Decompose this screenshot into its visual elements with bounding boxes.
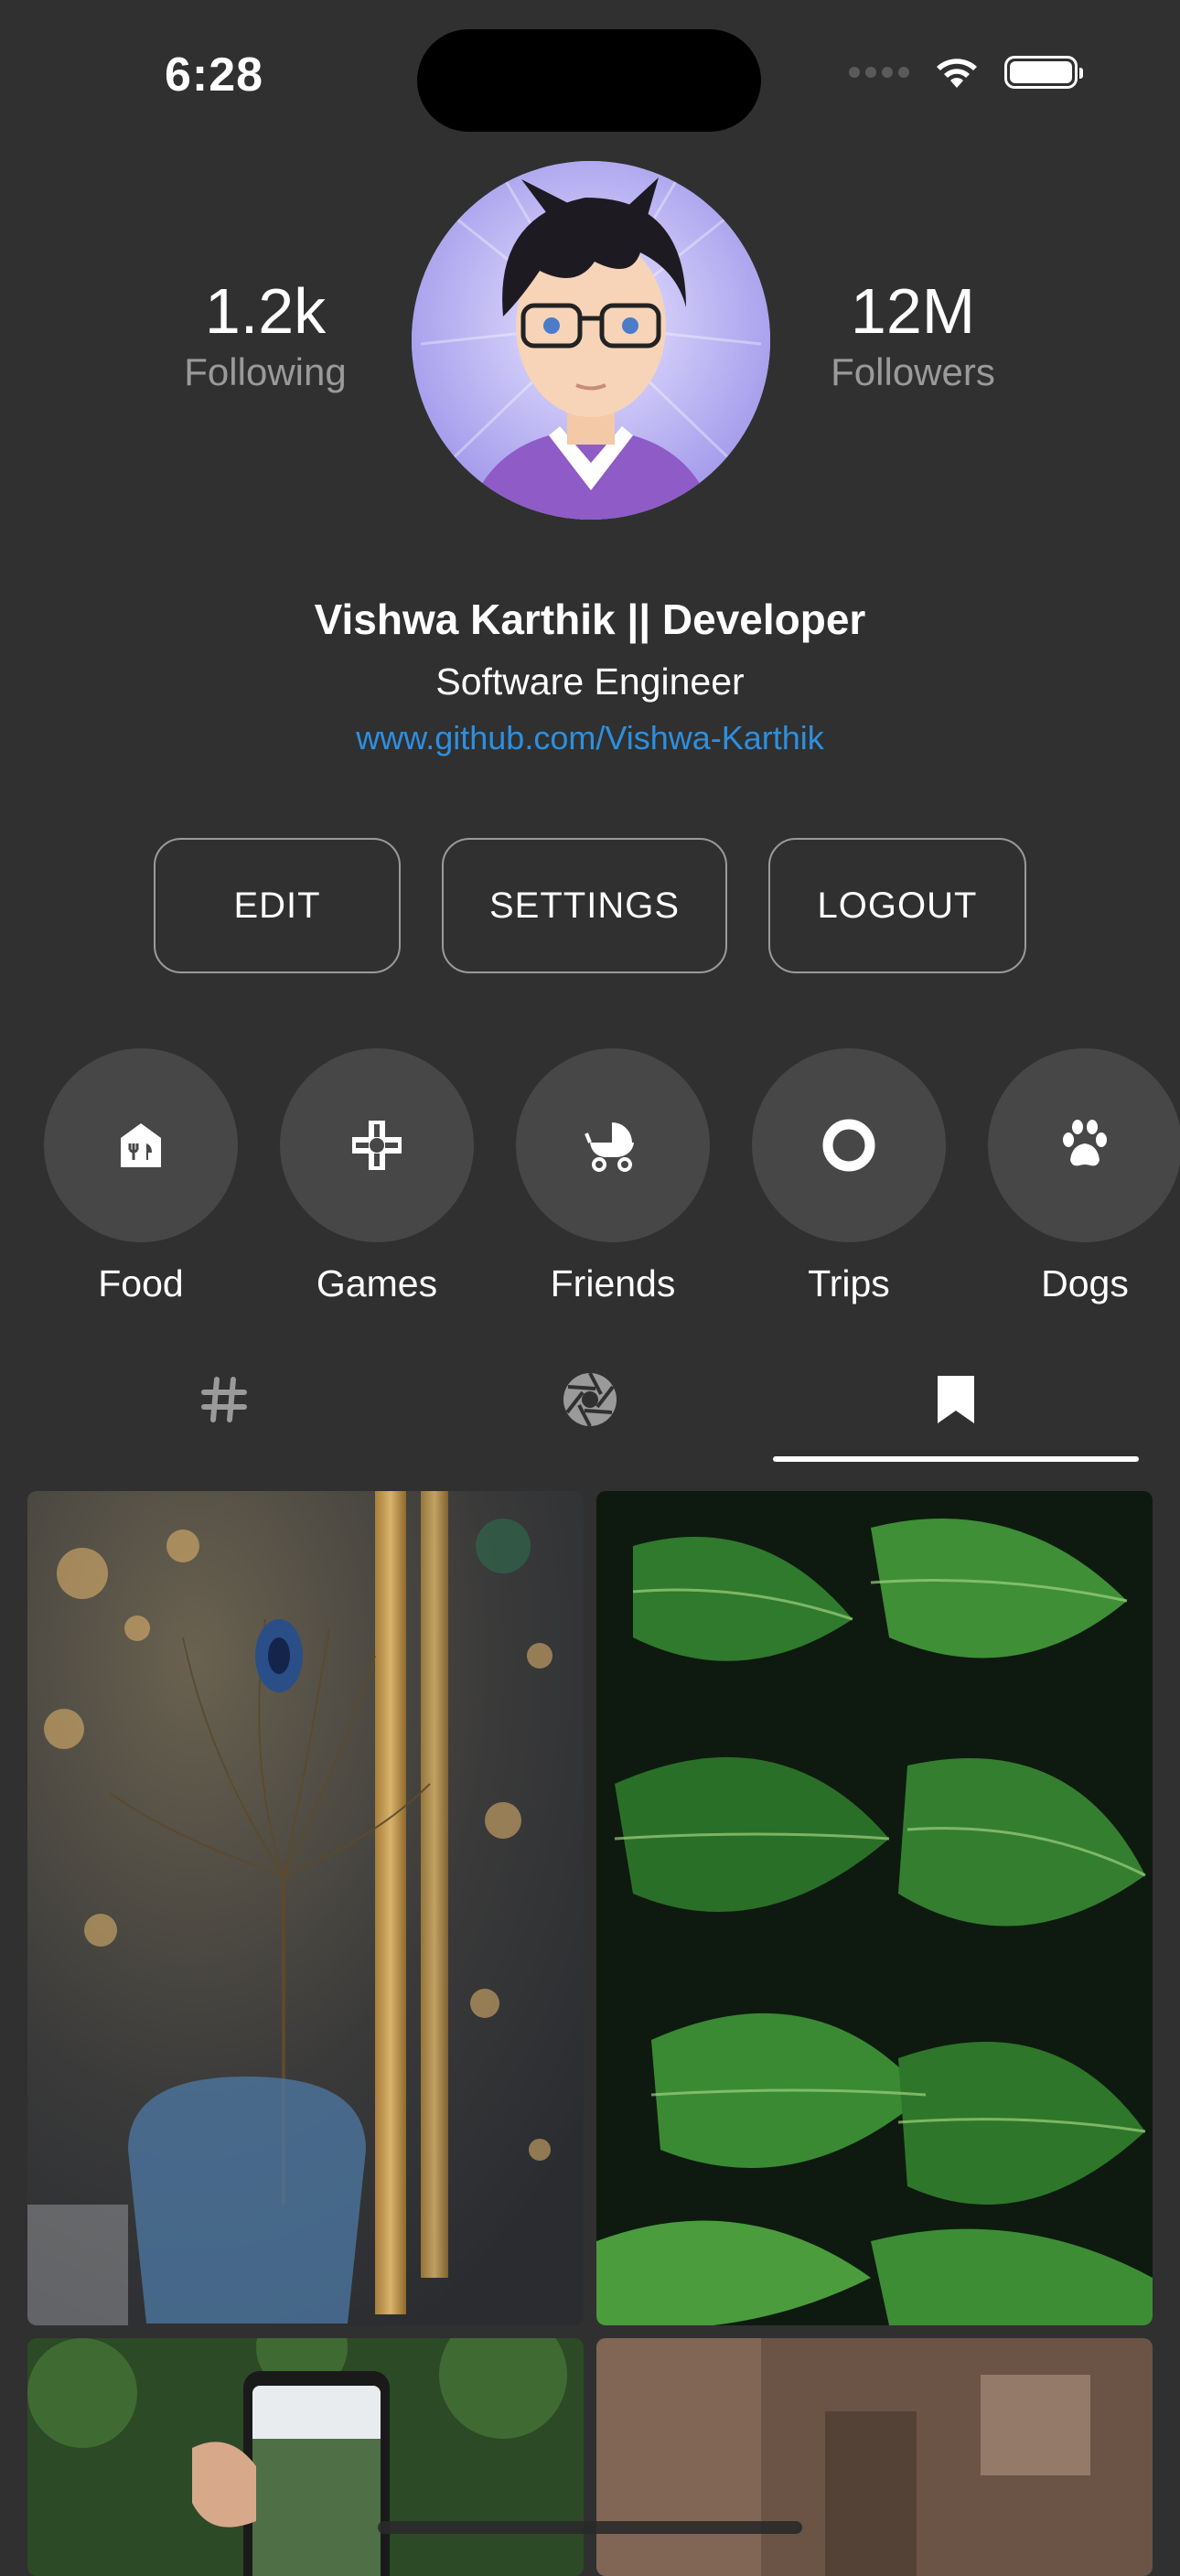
tab-active-indicator bbox=[773, 1456, 1139, 1462]
ring-icon bbox=[822, 1119, 875, 1172]
highlight-circle bbox=[280, 1048, 474, 1242]
highlight-circle bbox=[752, 1048, 946, 1242]
profile-role: Software Engineer bbox=[435, 660, 745, 703]
highlight-label: Friends bbox=[550, 1262, 676, 1304]
aperture-icon bbox=[563, 1372, 617, 1427]
edit-button[interactable]: EDIT bbox=[154, 838, 401, 973]
tab-media[interactable] bbox=[544, 1354, 636, 1445]
settings-button[interactable]: SETTINGS bbox=[442, 838, 727, 973]
paw-icon bbox=[1063, 1120, 1107, 1166]
highlight-games[interactable]: Games bbox=[280, 1048, 474, 1305]
highlight-dogs[interactable]: Dogs bbox=[988, 1048, 1180, 1305]
tab-saved[interactable] bbox=[910, 1354, 1002, 1445]
bookmark-icon bbox=[938, 1376, 974, 1423]
stroller-icon bbox=[585, 1122, 634, 1172]
battery-icon bbox=[1004, 56, 1083, 89]
home-indicator bbox=[378, 2521, 802, 2534]
highlight-trips[interactable]: Trips bbox=[752, 1048, 946, 1305]
food-bag-icon bbox=[121, 1123, 161, 1167]
gamepad-icon bbox=[352, 1121, 402, 1170]
highlight-label: Trips bbox=[808, 1262, 890, 1304]
dynamic-island bbox=[417, 29, 761, 132]
hashtag-icon bbox=[201, 1377, 247, 1422]
logout-button[interactable]: LOGOUT bbox=[768, 838, 1026, 973]
status-time: 6:28 bbox=[165, 48, 264, 102]
highlight-label: Food bbox=[98, 1262, 184, 1304]
avatar[interactable] bbox=[412, 161, 770, 520]
highlight-friends[interactable]: Friends bbox=[516, 1048, 710, 1305]
following-stat[interactable]: 1.2k Following bbox=[146, 274, 384, 397]
status-icons bbox=[849, 55, 1083, 90]
highlight-circle bbox=[516, 1048, 710, 1242]
profile-name: Vishwa Karthik || Developer bbox=[314, 596, 866, 643]
highlight-circle bbox=[988, 1048, 1180, 1242]
tab-posts[interactable] bbox=[178, 1354, 270, 1445]
grid-image-phone-in-forest[interactable] bbox=[27, 2338, 584, 2576]
followers-count: 12M bbox=[850, 275, 976, 347]
grid-image-monstera-leaves[interactable] bbox=[596, 1491, 1153, 2325]
highlight-food[interactable]: Food bbox=[44, 1048, 238, 1305]
profile-link[interactable]: www.github.com/Vishwa-Karthik bbox=[0, 719, 1180, 757]
grid-image-blurred-room[interactable] bbox=[596, 2338, 1153, 2576]
following-count: 1.2k bbox=[204, 275, 327, 347]
highlight-label: Dogs bbox=[1041, 1262, 1129, 1304]
following-label: Following bbox=[184, 350, 347, 393]
grid-image-peacock-feather[interactable] bbox=[27, 1491, 584, 2325]
followers-stat[interactable]: 12M Followers bbox=[794, 274, 1032, 397]
highlight-label: Games bbox=[316, 1262, 438, 1304]
highlight-circle bbox=[44, 1048, 238, 1242]
followers-label: Followers bbox=[831, 350, 995, 393]
wifi-icon bbox=[937, 59, 977, 88]
cellular-signal-icon bbox=[849, 67, 909, 78]
